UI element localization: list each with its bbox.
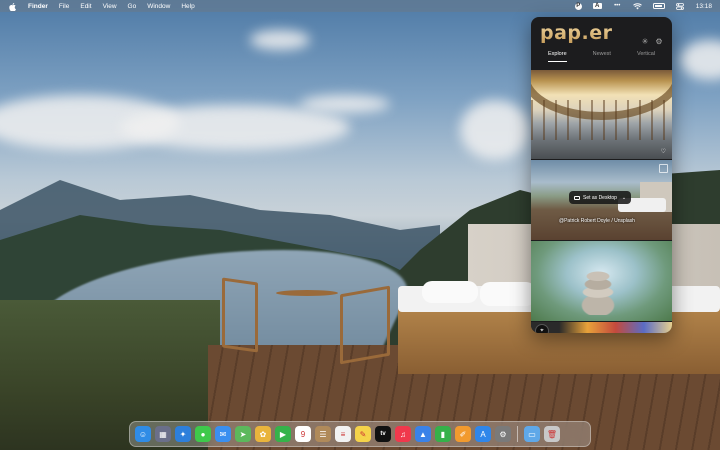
wallpaper-table — [276, 290, 338, 296]
menu-edit[interactable]: Edit — [80, 3, 91, 10]
calendar-icon[interactable]: 9 — [295, 426, 311, 442]
wallpaper-cloud — [460, 100, 530, 160]
wallpaper-cloud — [250, 30, 310, 50]
downloads-folder-icon[interactable]: ▭ — [524, 426, 540, 442]
finder-icon[interactable]: ☺ — [135, 426, 151, 442]
contacts-icon[interactable]: ☰ — [315, 426, 331, 442]
wallpaper-cloud — [120, 105, 350, 150]
photos-icon[interactable]: ✿ — [255, 426, 271, 442]
maps-icon[interactable]: ➤ — [235, 426, 251, 442]
battery-icon[interactable] — [652, 3, 665, 9]
menu-file[interactable]: File — [59, 3, 69, 10]
notes-icon[interactable]: ✎ — [355, 426, 371, 442]
tab-explore[interactable]: Explore — [547, 51, 567, 62]
wallpaper-thumbnail[interactable]: ♡ — [531, 70, 672, 159]
paper-status-icon[interactable]: P — [574, 2, 582, 10]
wallpaper-chair — [222, 277, 258, 353]
expand-icon[interactable] — [659, 164, 668, 173]
menu-go[interactable]: Go — [128, 3, 137, 10]
safari-icon[interactable]: ✦ — [175, 426, 191, 442]
keynote-icon[interactable]: ▲ — [415, 426, 431, 442]
set-as-desktop-button[interactable]: Set as Desktop ⌄ — [569, 191, 632, 204]
wallpaper-thumbnail[interactable] — [531, 241, 672, 321]
tab-vertical[interactable]: Vertical — [637, 51, 655, 62]
tab-newest[interactable]: Newest — [593, 51, 611, 62]
numbers-icon[interactable]: ▮ — [435, 426, 451, 442]
sparkle-icon[interactable]: ✳ — [641, 38, 649, 46]
input-source-icon[interactable]: A — [592, 3, 602, 9]
set-as-desktop-label: Set as Desktop — [583, 194, 617, 201]
reminders-icon[interactable]: ≡ — [335, 426, 351, 442]
pages-icon[interactable]: ✐ — [455, 426, 471, 442]
photo-credit[interactable]: @Patrick Robert Doyle / Unsplash — [559, 218, 635, 224]
dock-separator — [517, 426, 518, 442]
facetime-icon[interactable]: ▶ — [275, 426, 291, 442]
wallpaper-pillow — [422, 281, 478, 303]
apple-logo-icon[interactable] — [8, 2, 17, 11]
mail-icon[interactable]: ✉ — [215, 426, 231, 442]
wifi-icon[interactable] — [632, 2, 642, 10]
menu-help[interactable]: Help — [181, 3, 194, 10]
favorite-icon[interactable]: ♡ — [661, 148, 666, 155]
control-center-icon[interactable] — [676, 2, 685, 10]
gear-icon[interactable]: ⚙ — [655, 38, 663, 46]
wallpaper-pillow — [480, 282, 536, 306]
system-settings-icon[interactable]: ⚙ — [495, 426, 511, 442]
wallpaper-cloud — [680, 40, 720, 80]
paper-logo: pap.er — [540, 22, 613, 44]
menu-view[interactable]: View — [103, 3, 117, 10]
menu-clock[interactable]: 13:18 — [696, 3, 712, 10]
menu-window[interactable]: Window — [147, 3, 170, 10]
menu-app-name[interactable]: Finder — [28, 3, 48, 10]
popover-header: pap.er ✳ ⚙ — [531, 17, 672, 51]
appletv-icon[interactable]: tv — [375, 426, 391, 442]
wallpaper-thumbnail-hovered[interactable]: Set as Desktop ⌄ @Patrick Robert Doyle /… — [531, 160, 672, 240]
launchpad-icon[interactable]: ▦ — [155, 426, 171, 442]
compass-icon[interactable]: ⌖ — [535, 324, 549, 333]
paper-popover: pap.er ✳ ⚙ Explore Newest Vertical ♡ Set… — [531, 17, 672, 333]
wallpaper-cloud — [300, 95, 390, 113]
menu-bar: Finder File Edit View Go Window Help P A… — [0, 0, 720, 12]
messages-icon[interactable]: ● — [195, 426, 211, 442]
popover-tabs: Explore Newest Vertical — [531, 51, 672, 62]
appstore-icon[interactable]: A — [475, 426, 491, 442]
wallpaper-thumbnail[interactable]: ⌖ — [531, 322, 672, 333]
chevron-down-icon[interactable]: ⌄ — [622, 195, 626, 201]
dock: ☺ ▦ ✦ ● ✉ ➤ ✿ ▶ 9 ☰ ≡ ✎ tv ♫ ▲ ▮ ✐ A ⚙ ▭ 🗑 — [129, 421, 591, 447]
trash-icon[interactable]: 🗑 — [544, 426, 560, 442]
dots-icon[interactable]: ••• — [613, 3, 622, 10]
music-icon[interactable]: ♫ — [395, 426, 411, 442]
wallpaper-chair — [340, 285, 390, 365]
monitor-icon — [574, 195, 580, 200]
